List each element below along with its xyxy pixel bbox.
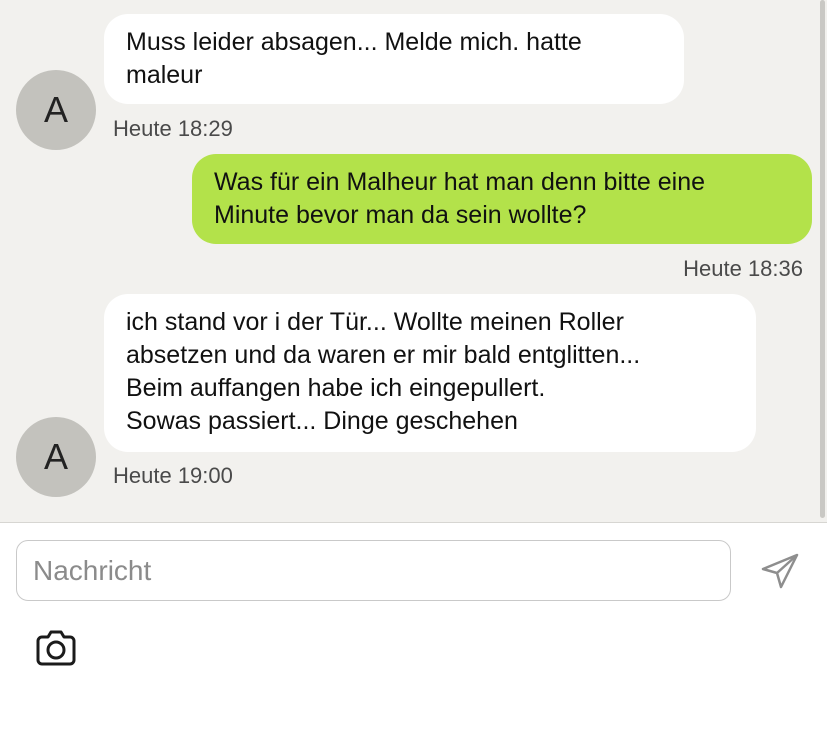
avatar-letter: A [43,436,68,477]
send-icon [761,553,799,589]
message-line: maleur [126,61,203,89]
composer-divider [0,522,827,523]
message-line: Beim auffangen habe ich eingepullert. [126,374,546,402]
message-line: Sowas passiert... Dinge geschehen [126,407,518,435]
message-line: Muss leider absagen... Melde mich. hatte [126,28,582,56]
chat-thread: Muss leider absagen... Melde mich. hatte… [0,0,827,522]
scrollbar[interactable] [820,0,825,518]
send-button[interactable] [756,548,804,594]
message-line: Was für ein Malheur hat man denn bitte e… [214,168,706,196]
message-bubble-outgoing[interactable]: Was für ein Malheur hat man denn bitte e… [192,154,812,244]
message-timestamp: Heute 18:29 [113,116,233,141]
message-bubble-incoming[interactable]: ich stand vor i der Tür... Wollte meinen… [104,294,756,452]
message-input-placeholder: Nachricht [33,554,152,586]
message-bubble-incoming[interactable]: Muss leider absagen... Melde mich. hatte… [104,14,684,104]
avatar[interactable]: A [16,70,96,150]
message-line: ich stand vor i der Tür... Wollte meinen… [126,308,624,336]
message-line: absetzen und da waren er mir bald entgli… [126,341,641,369]
camera-button[interactable] [34,628,78,668]
message-timestamp: Heute 19:00 [113,463,233,488]
message-line: Minute bevor man da sein wollte? [214,201,587,229]
avatar-letter: A [43,89,68,130]
message-input[interactable]: Nachricht [16,540,731,601]
avatar[interactable]: A [16,417,96,497]
message-timestamp: Heute 18:36 [683,256,803,281]
camera-icon [36,630,76,666]
